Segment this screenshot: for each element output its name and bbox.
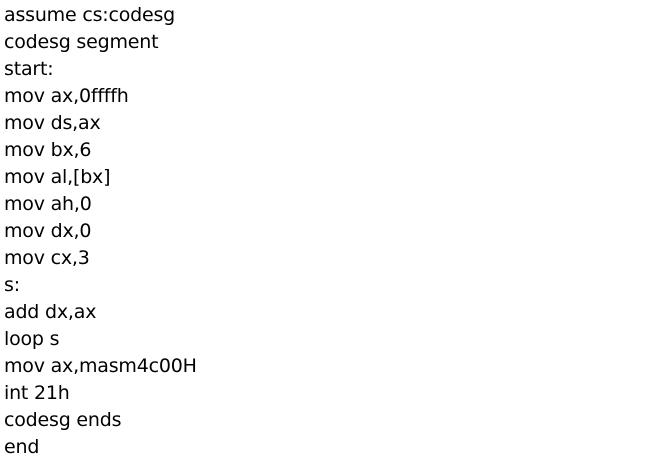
code-line-assume: assume cs:codesg bbox=[4, 4, 176, 26]
code-line-mov-al: mov al,[bx] bbox=[4, 166, 111, 188]
code-line-s-label: s: bbox=[4, 274, 20, 296]
code-line-mov-bx: mov bx,6 bbox=[4, 139, 92, 161]
code-line-mov-dx: mov dx,0 bbox=[4, 220, 92, 242]
code-line-end: end bbox=[4, 436, 40, 458]
code-line-segment-start: codesg segment bbox=[4, 31, 159, 53]
code-line-mov-ax: mov ax,0ffffh bbox=[4, 85, 129, 107]
code-line-add-dx: add dx,ax bbox=[4, 301, 97, 323]
assembly-code-listing: assume cs:codesg codesg segment start: m… bbox=[4, 2, 197, 461]
code-line-mov-ah: mov ah,0 bbox=[4, 193, 92, 215]
code-line-segment-end: codesg ends bbox=[4, 409, 122, 431]
code-line-mov-ds: mov ds,ax bbox=[4, 112, 101, 134]
code-line-int: int 21h bbox=[4, 382, 70, 404]
code-line-start-label: start: bbox=[4, 58, 54, 80]
code-line-loop: loop s bbox=[4, 328, 60, 350]
code-line-mov-ax-exit: mov ax,masm4c00H bbox=[4, 355, 197, 377]
code-line-mov-cx: mov cx,3 bbox=[4, 247, 90, 269]
